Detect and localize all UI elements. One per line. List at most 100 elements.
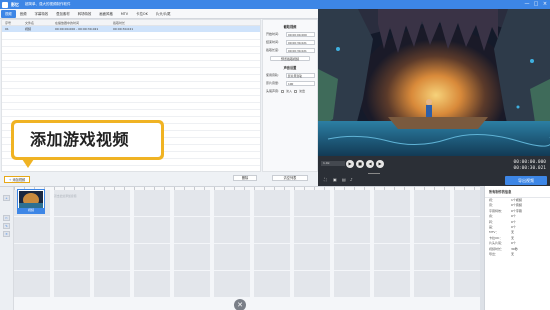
tab-transitions[interactable]: 转场特效 [74,10,96,18]
current-time: 00:00:00.000 [513,160,546,165]
audio-track-select[interactable]: 影片原音轨 [286,72,315,78]
start-time-input[interactable]: 00:00:00.000 [286,31,315,37]
trim-length-input[interactable]: 00:00:30.021 [286,47,315,53]
video-preview [318,9,550,156]
overlay-track[interactable] [14,271,480,297]
minimize-icon[interactable]: — [524,1,530,7]
col-length: 截取时长 [113,21,126,25]
info-value: 无 [511,251,515,256]
video-track[interactable] [14,190,480,216]
total-time: 00:00:30.021 [513,166,546,171]
fade-out-checkbox[interactable] [294,89,298,93]
fade-out-label: 淡出 [299,89,306,93]
export-video-button[interactable]: 导出视频 [505,176,547,185]
tab-intro-outro[interactable]: 片头/片尾 [152,10,175,18]
delete-clip-icon[interactable]: ✕ [3,231,10,237]
audio-track-field: 使用音轨: 影片原音轨 [263,72,317,78]
tab-karaoke[interactable]: 卡拉OK [132,10,152,18]
export-video-label: 导出视频 [518,178,534,183]
info-row: 导出： 无 [485,252,550,257]
timeline-placeholder-hint: 双击此处添加音频 [54,194,77,198]
clip-thumbnail [19,191,43,208]
trim-section-title: 截取视频 [283,25,297,29]
delete-label: 删除 [241,176,249,180]
clear-list-button[interactable]: 清空列表 [272,175,308,181]
zoom-in-icon[interactable]: + [3,195,10,201]
snapshot-icon[interactable]: ▣ [333,177,337,182]
row-length: 00:00:30.021 [113,27,134,31]
folder-icon[interactable]: ▤ [342,177,346,182]
add-video-button[interactable]: + 添加视频 [4,176,30,183]
volume-label: 原片音量: [266,81,280,85]
start-time-label: 开始时间: [266,32,280,36]
table-row[interactable]: 01 视频 00:00:00.000 - 00:00:30.021 00:00:… [2,26,260,32]
stop-icon[interactable]: ■ [356,160,364,168]
callout-pointer [22,159,34,168]
tutorial-callout: 添加游戏视频 [11,120,164,160]
next-frame-icon[interactable]: ▶ [376,160,384,168]
tab-video[interactable]: 视频 [1,9,16,18]
character-figure [426,105,432,117]
col-time: 在播放器中的时间 [55,21,80,25]
close-icon[interactable]: × [542,1,548,7]
prev-frame-icon[interactable]: ◀ [366,160,374,168]
tab-mtv[interactable]: MTV [117,10,132,18]
fade-in-label: 淡入 [286,89,293,93]
subtitle-track[interactable] [14,244,480,270]
add-video-label: 添加视频 [12,178,26,182]
row-time: 00:00:00.000 - 00:00:30.021 [55,27,99,31]
fade-in-checkbox[interactable] [281,89,285,93]
sound-section-title: 声音设置 [283,66,297,70]
row-index: 01 [5,27,9,31]
volume-icon[interactable]: ♪ [350,177,353,182]
title-bar: 影忆 超简单、强大的视频制作软件 — □ × [0,0,550,9]
info-title: 所有制作的信息 [485,186,550,198]
volume-field: 原片音量: 100 [263,80,317,86]
row-name: 视频 [25,27,32,31]
tab-overlay[interactable]: 叠加素材 [52,10,74,18]
close-timeline-icon[interactable]: ✕ [234,299,246,310]
timeline: + ✂ ✎ ✕ [0,186,480,310]
end-time-field: 结束时间: 00:00:30.021 [263,39,317,45]
fade-label: 头尾声音: [266,89,280,93]
main-tabs: 视频 音频 字幕特效 叠加素材 转场特效 画面风格 MTV 卡拉OK 片头/片尾 [0,9,318,19]
fullscreen-icon[interactable]: ⛶ [324,177,327,182]
maximize-icon[interactable]: □ [533,1,539,7]
trim-settings-panel: 截取视频 开始时间: 00:00:00.000 结束时间: 00:00:30.0… [262,19,318,172]
app-subtitle: 超简单、强大的视频制作软件 [25,2,71,6]
audio-track[interactable] [14,217,480,243]
cave-scene-image [318,9,550,156]
tab-audio[interactable]: 音频 [16,10,31,18]
audio-track-label: 使用音轨: [266,73,280,77]
split-icon[interactable]: ✂ [3,215,10,221]
end-time-input[interactable]: 00:00:30.021 [286,39,315,45]
preview-trim-button[interactable]: 预览截取视频 [270,56,310,61]
timeline-tools: + ✂ ✎ ✕ [0,187,14,310]
fade-options: 头尾声音: 淡入 淡出 [263,89,317,93]
delete-button[interactable]: 删除 [233,175,257,181]
speed-select[interactable]: 1.0x [321,161,345,166]
app-logo-icon [2,1,8,8]
clip-label: 视频 [18,208,44,213]
info-key: 导出： [489,251,499,256]
trim-length-field: 截取长度: 00:00:30.021 [263,47,317,53]
video-clip[interactable]: 视频 [17,189,45,214]
play-icon[interactable]: ▶ [346,160,354,168]
clip-thumbnail-image [19,191,43,208]
col-index: 序号 [5,21,12,25]
end-time-label: 结束时间: [266,40,280,44]
tab-style[interactable]: 画面风格 [95,10,117,18]
edit-icon[interactable]: ✎ [3,223,10,229]
callout-text: 添加游戏视频 [14,123,161,157]
volume-input[interactable]: 100 [286,80,315,86]
start-time-field: 开始时间: 00:00:00.000 [263,31,317,37]
project-info-panel: 所有制作的信息 视： 1个视频 音： 0个音频 字幕特效： 0个字幕 叠： 0个 转： 0个 画： 0… [484,186,550,310]
app-name: 影忆 [11,1,19,7]
tab-subtitle-effects[interactable]: 字幕特效 [31,10,53,18]
info-list: 视： 1个视频 音： 0个音频 字幕特效： 0个字幕 叠： 0个 转： 0个 画： 0个 MTV：无卡拉… [485,198,550,257]
col-name: 文件名 [25,21,35,25]
list-toolbar [0,172,318,186]
window-controls: — □ × [524,1,548,7]
volume-slider[interactable] [368,173,380,174]
clear-list-label: 清空列表 [283,176,297,180]
